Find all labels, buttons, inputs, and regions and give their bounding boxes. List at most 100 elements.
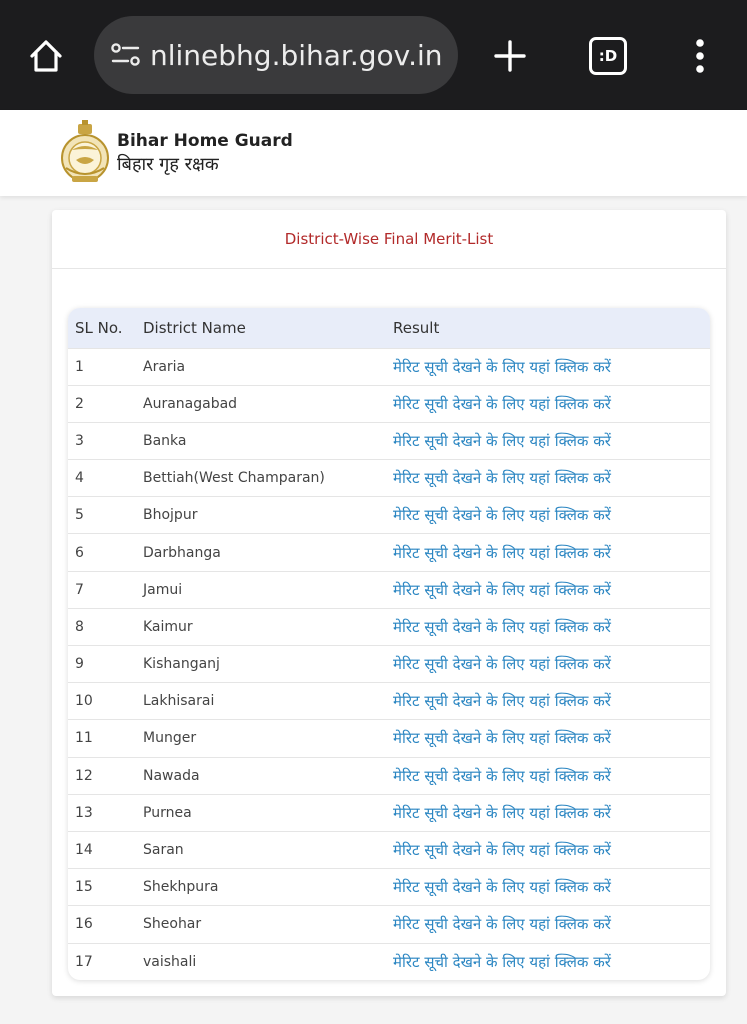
district-cell: Banka (143, 432, 187, 449)
district-cell: Saran (143, 842, 184, 859)
table-row: 6 Darbhanga मेरिट सूची देखने के लिए यहां… (68, 533, 710, 571)
district-cell: Sheohar (143, 916, 202, 933)
result-cell: मेरिट सूची देखने के लिए यहां क्लिक करें (393, 460, 710, 497)
table-row: 10 Lakhisarai मेरिट सूची देखने के लिए यह… (68, 682, 710, 720)
table-row: 14 Saran मेरिट सूची देखने के लिए यहां क्… (68, 831, 710, 868)
district-cell: Bhojpur (143, 507, 198, 524)
sl-no-cell: 16 (75, 916, 93, 933)
sl-no-cell: 3 (75, 432, 84, 449)
table-header-row: SL No. District Name Result (68, 308, 710, 348)
merit-list-link[interactable]: मेरिट सूची देखने के लिए यहां क्लिक करें (393, 915, 611, 933)
home-button[interactable] (22, 32, 70, 80)
brand-name-hindi: बिहार गृह रक्षक (117, 154, 219, 175)
result-cell: मेरिट सूची देखने के लिए यहां क्लिक करें (393, 534, 710, 571)
column-header-sl-no: SL No. (75, 318, 123, 337)
address-bar[interactable]: nlinebhg.bihar.gov.in (94, 16, 458, 94)
table-row: 4 Bettiah(West Champaran) मेरिट सूची देख… (68, 459, 710, 497)
table-row: 16 Sheohar मेरिट सूची देखने के लिए यहां … (68, 905, 710, 943)
result-cell: मेरिट सूची देखने के लिए यहां क्लिक करें (393, 683, 710, 720)
merit-list-link[interactable]: मेरिट सूची देखने के लिए यहां क्लिक करें (393, 804, 611, 822)
table-row: 12 Nawada मेरिट सूची देखने के लिए यहां क… (68, 757, 710, 794)
table-row: 17 vaishali मेरिट सूची देखने के लिए यहां… (68, 943, 710, 980)
sl-no-cell: 8 (75, 618, 84, 635)
result-cell: मेरिट सूची देखने के लिए यहां क्लिक करें (393, 422, 710, 459)
site-info-button[interactable] (106, 35, 146, 75)
result-cell: मेरिट सूची देखने के लिए यहां क्लिक करें (393, 794, 710, 831)
table-row: 7 Jamui मेरिट सूची देखने के लिए यहां क्ल… (68, 571, 710, 608)
browser-menu-button[interactable] (678, 32, 722, 80)
result-cell: मेरिट सूची देखने के लिए यहां क्लिक करें (393, 720, 710, 757)
table-row: 5 Bhojpur मेरिट सूची देखने के लिए यहां क… (68, 496, 710, 534)
site-info-icon (111, 43, 140, 66)
sl-no-cell: 12 (75, 767, 93, 784)
sl-no-cell: 15 (75, 879, 93, 896)
merit-list-link[interactable]: मेरिट सूची देखने के लिए यहां क्लिक करें (393, 655, 611, 673)
sl-no-cell: 14 (75, 842, 93, 859)
district-cell: Darbhanga (143, 544, 221, 561)
tab-switcher-button[interactable]: :D (584, 32, 632, 80)
merit-list-link[interactable]: मेरिट सूची देखने के लिए यहां क्लिक करें (393, 358, 611, 376)
new-tab-button[interactable] (486, 32, 534, 80)
merit-list-link[interactable]: मेरिट सूची देखने के लिए यहां क्लिक करें (393, 767, 611, 785)
result-cell: मेरिट सूची देखने के लिए यहां क्लिक करें (393, 943, 710, 980)
tabs-icon: :D (589, 37, 627, 75)
table-row: 13 Purnea मेरिट सूची देखने के लिए यहां क… (68, 794, 710, 831)
district-cell: Lakhisarai (143, 693, 215, 710)
card-title: District-Wise Final Merit-List (284, 230, 494, 248)
district-cell: Purnea (143, 804, 192, 821)
sl-no-cell: 2 (75, 395, 84, 412)
bihar-emblem-icon[interactable] (58, 120, 112, 186)
sl-no-cell: 9 (75, 656, 84, 673)
result-cell: मेरिट सूची देखने के लिए यहां क्लिक करें (393, 906, 710, 943)
table-row: 15 Shekhpura मेरिट सूची देखने के लिए यहा… (68, 868, 710, 906)
district-cell: Munger (143, 730, 197, 747)
district-cell: Bettiah(West Champaran) (143, 470, 325, 487)
merit-list-link[interactable]: मेरिट सूची देखने के लिए यहां क्लिक करें (393, 953, 611, 971)
sl-no-cell: 4 (75, 470, 84, 487)
sl-no-cell: 5 (75, 507, 84, 524)
result-cell: मेरिट सूची देखने के लिए यहां क्लिक करें (393, 608, 710, 645)
merit-list-link[interactable]: मेरिट सूची देखने के लिए यहां क्लिक करें (393, 729, 611, 747)
sl-no-cell: 10 (75, 693, 93, 710)
merit-table: SL No. District Name Result 1 Araria मेर… (68, 308, 710, 980)
district-cell: Auranagabad (143, 395, 238, 412)
merit-list-link[interactable]: मेरिट सूची देखने के लिए यहां क्लिक करें (393, 544, 611, 562)
merit-list-link[interactable]: मेरिट सूची देखने के लिए यहां क्लिक करें (393, 395, 611, 413)
merit-list-link[interactable]: मेरिट सूची देखने के लिए यहां क्लिक करें (393, 841, 611, 859)
result-cell: मेरिट सूची देखने के लिए यहां क्लिक करें (393, 385, 710, 422)
table-row: 2 Auranagabad मेरिट सूची देखने के लिए यह… (68, 385, 710, 422)
sl-no-cell: 6 (75, 544, 84, 561)
browser-toolbar: nlinebhg.bihar.gov.in :D (0, 0, 747, 110)
column-header-result: Result (393, 318, 440, 337)
district-cell: Shekhpura (143, 879, 219, 896)
district-cell: Kaimur (143, 618, 193, 635)
sl-no-cell: 1 (75, 358, 84, 375)
sl-no-cell: 17 (75, 953, 93, 970)
table-body: 1 Araria मेरिट सूची देखने के लिए यहां क्… (68, 348, 710, 980)
result-cell: मेरिट सूची देखने के लिए यहां क्लिक करें (393, 869, 710, 906)
sl-no-cell: 11 (75, 730, 93, 747)
merit-list-link[interactable]: मेरिट सूची देखने के लिए यहां क्लिक करें (393, 432, 611, 450)
table-row: 8 Kaimur मेरिट सूची देखने के लिए यहां क्… (68, 608, 710, 645)
merit-list-link[interactable]: मेरिट सूची देखने के लिए यहां क्लिक करें (393, 581, 611, 599)
merit-list-link[interactable]: मेरिट सूची देखने के लिए यहां क्लिक करें (393, 618, 611, 636)
sl-no-cell: 7 (75, 581, 84, 598)
district-cell: Araria (143, 358, 186, 375)
table-row: 9 Kishanganj मेरिट सूची देखने के लिए यहा… (68, 645, 710, 683)
url-text[interactable]: nlinebhg.bihar.gov.in (150, 39, 443, 72)
merit-list-link[interactable]: मेरिट सूची देखने के लिए यहां क्लिक करें (393, 878, 611, 896)
table-row: 3 Banka मेरिट सूची देखने के लिए यहां क्ल… (68, 422, 710, 459)
merit-list-link[interactable]: मेरिट सूची देखने के लिए यहां क्लिक करें (393, 506, 611, 524)
merit-list-link[interactable]: मेरिट सूची देखने के लिए यहां क्लिक करें (393, 692, 611, 710)
merit-table-container: SL No. District Name Result 1 Araria मेर… (68, 308, 710, 980)
merit-list-card: District-Wise Final Merit-List SL No. Di… (52, 210, 726, 996)
district-cell: vaishali (143, 953, 197, 970)
district-cell: Nawada (143, 767, 200, 784)
district-cell: Jamui (143, 581, 183, 598)
sl-no-cell: 13 (75, 804, 93, 821)
table-row: 11 Munger मेरिट सूची देखने के लिए यहां क… (68, 719, 710, 757)
result-cell: मेरिट सूची देखने के लिए यहां क्लिक करें (393, 646, 710, 683)
result-cell: मेरिट सूची देखने के लिए यहां क्लिक करें (393, 757, 710, 794)
merit-list-link[interactable]: मेरिट सूची देखने के लिए यहां क्लिक करें (393, 469, 611, 487)
card-header: District-Wise Final Merit-List (52, 210, 726, 269)
